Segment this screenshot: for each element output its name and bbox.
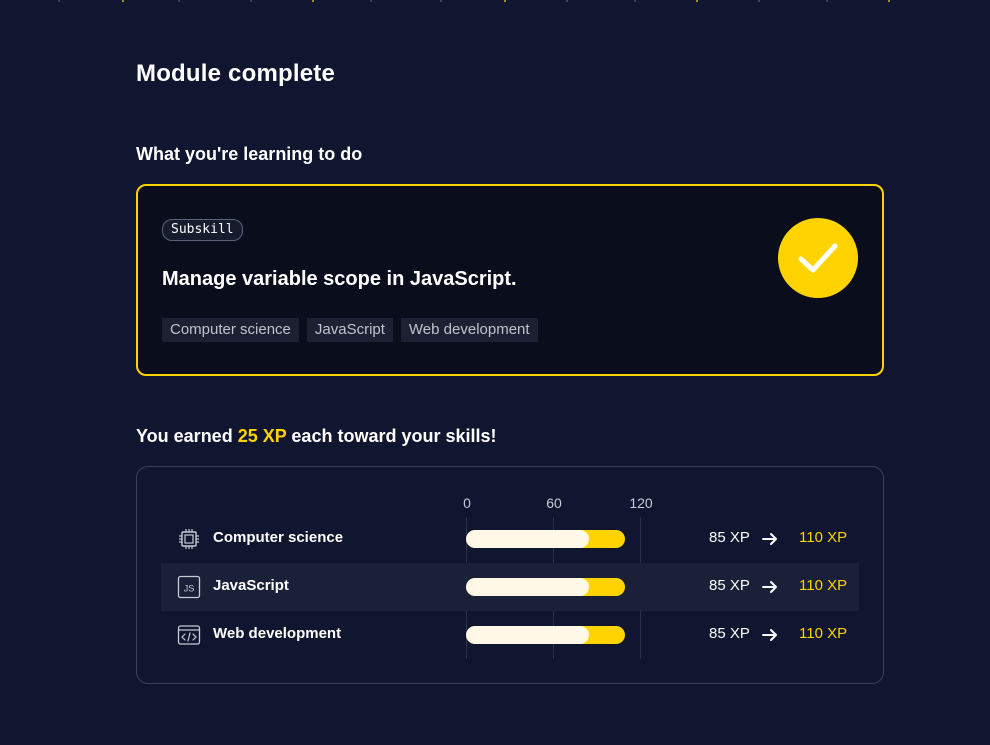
- top-decoration: [0, 0, 990, 4]
- learning-heading: What you're learning to do: [136, 144, 363, 164]
- xp-from: 85 XP: [709, 577, 750, 594]
- arrow-right-icon: [762, 533, 777, 545]
- subskill-badge: Subskill: [162, 219, 243, 241]
- xp-to: 110 XP: [799, 577, 848, 594]
- skill-row-computer-science: Computer science 85 XP 110 XP: [161, 515, 859, 563]
- xp-earned-suffix: each toward your skills!: [286, 426, 497, 446]
- skill-row-web-development: Web development 85 XP 110 XP: [161, 611, 859, 659]
- xp-progress-bar: [466, 626, 625, 644]
- xp-from: 85 XP: [709, 529, 750, 546]
- subskill-tags: Computer science JavaScript Web developm…: [162, 318, 538, 342]
- chip-icon: [179, 529, 199, 549]
- xp-earned-heading: You earned 25 XP each toward your skills…: [136, 426, 497, 447]
- checkmark-icon: [778, 218, 858, 298]
- xp-previous-fill: [466, 530, 589, 548]
- tick-label-60: 60: [546, 495, 562, 511]
- xp-progress-bar: [466, 530, 625, 548]
- skill-label: Web development: [213, 625, 342, 642]
- xp-earned-prefix: You earned: [136, 426, 238, 446]
- subskill-title: Manage variable scope in JavaScript.: [162, 268, 517, 290]
- xp-previous-fill: [466, 578, 589, 596]
- js-file-icon: JS: [177, 575, 201, 599]
- skill-label: JavaScript: [213, 577, 289, 594]
- xp-to: 110 XP: [799, 625, 848, 642]
- xp-previous-fill: [466, 626, 589, 644]
- xp-earned-amount: 25 XP: [237, 426, 287, 446]
- page-title: Module complete: [136, 60, 336, 87]
- svg-text:JS: JS: [184, 584, 195, 594]
- skill-label: Computer science: [213, 529, 344, 546]
- subskill-card: Subskill Manage variable scope in JavaSc…: [136, 184, 884, 376]
- xp-progress-bar: [466, 578, 625, 596]
- tick-label-120: 120: [629, 495, 653, 511]
- tick-label-0: 0: [463, 495, 471, 511]
- arrow-right-icon: [762, 629, 777, 641]
- skill-row-javascript: JS JavaScript 85 XP 110 XP: [161, 563, 859, 611]
- xp-to: 110 XP: [799, 529, 848, 546]
- tag-javascript: JavaScript: [306, 318, 393, 342]
- code-window-icon: [177, 625, 201, 645]
- tag-web-development: Web development: [400, 318, 538, 342]
- tag-computer-science: Computer science: [162, 318, 299, 342]
- xp-progress-card: 0 60 120 Computer science 85 XP 110 XP J…: [136, 466, 884, 684]
- xp-from: 85 XP: [709, 625, 750, 642]
- arrow-right-icon: [762, 581, 777, 593]
